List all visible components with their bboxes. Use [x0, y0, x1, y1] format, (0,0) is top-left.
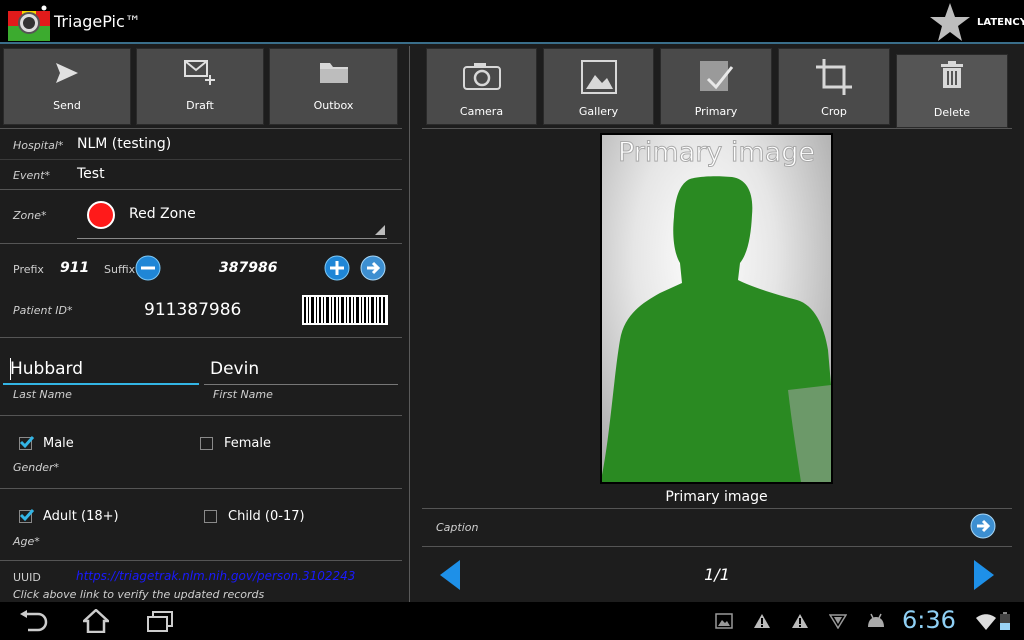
- female-checkbox[interactable]: Female: [200, 436, 290, 454]
- back-icon[interactable]: [18, 610, 48, 632]
- barcode-icon[interactable]: [302, 295, 388, 325]
- delete-button[interactable]: Delete: [896, 54, 1008, 128]
- image-notification-icon: [715, 613, 733, 629]
- gender-label: Gender*: [13, 461, 60, 474]
- hospital-label: Hospital*: [13, 139, 64, 152]
- patient-id-value: 911387986: [144, 300, 242, 320]
- male-label: Male: [43, 436, 74, 451]
- camera-label: Camera: [459, 105, 504, 118]
- warning-icon: [792, 614, 808, 628]
- female-label: Female: [224, 436, 272, 451]
- first-name-value: Devin: [210, 359, 260, 379]
- gallery-button[interactable]: Gallery: [543, 48, 654, 125]
- minus-icon[interactable]: [135, 255, 161, 281]
- outbox-button[interactable]: Outbox: [269, 48, 398, 125]
- next-image-icon[interactable]: [972, 560, 996, 590]
- caption-next-arrow-icon[interactable]: [970, 513, 996, 539]
- action-bar: TriagePic™ LATENCY: [0, 0, 1024, 44]
- last-name-value: Hubbard: [10, 359, 84, 379]
- delete-label: Delete: [933, 106, 971, 119]
- android-icon: [868, 613, 884, 627]
- sync-icon: [829, 614, 847, 629]
- crop-button[interactable]: Crop: [778, 48, 890, 125]
- last-name-label: Last Name: [13, 388, 72, 401]
- patient-id-label: Patient ID*: [13, 304, 73, 317]
- zone-value: Red Zone: [129, 206, 196, 222]
- spinner-corner-icon: [375, 225, 385, 235]
- battery-icon: [1000, 612, 1010, 630]
- app-logo-icon[interactable]: [8, 5, 50, 41]
- wifi-icon: [976, 614, 996, 630]
- system-navigation-bar: 6:36: [0, 602, 1024, 640]
- female-checkbox-box: [200, 437, 213, 450]
- app-title: TriagePic™: [54, 12, 141, 31]
- male-checkbox[interactable]: Male: [19, 436, 109, 454]
- camera-button[interactable]: Camera: [426, 48, 537, 125]
- hospital-value[interactable]: NLM (testing): [77, 136, 171, 152]
- check-icon: [19, 436, 35, 449]
- adult-label: Adult (18+): [43, 509, 119, 524]
- send-button[interactable]: Send: [3, 48, 131, 125]
- text-cursor: [10, 358, 11, 380]
- silhouette-image: [602, 176, 831, 482]
- image-label: Primary image: [665, 489, 768, 505]
- child-checkbox-box: [204, 510, 217, 523]
- draft-label: Draft: [186, 99, 214, 112]
- overlay-text: Primary image: [617, 137, 815, 169]
- recent-apps-icon[interactable]: [146, 611, 174, 633]
- event-value[interactable]: Test: [77, 166, 105, 182]
- suffix-value[interactable]: 387986: [219, 260, 277, 276]
- child-checkbox[interactable]: Child (0-17): [204, 509, 314, 527]
- send-icon: [56, 63, 78, 83]
- primary-icon: [700, 61, 734, 91]
- crop-label: Crop: [821, 105, 847, 118]
- adult-checkbox[interactable]: Adult (18+): [19, 509, 129, 527]
- caption-label: Caption: [436, 521, 479, 534]
- suffix-label: Suffix: [104, 263, 136, 276]
- star-icon[interactable]: [929, 2, 971, 42]
- plus-icon[interactable]: [324, 255, 350, 281]
- clock: 6:36: [902, 606, 956, 634]
- event-label: Event*: [13, 169, 51, 182]
- warning-icon: [754, 614, 770, 628]
- zone-color-dot: [87, 201, 115, 229]
- home-icon[interactable]: [83, 609, 109, 633]
- age-label: Age*: [13, 535, 40, 548]
- crop-icon: [816, 59, 852, 95]
- uuid-link[interactable]: https://triagetrak.nlm.nih.gov/person.31…: [76, 569, 355, 583]
- uuid-label: UUID: [13, 571, 41, 584]
- primary-image[interactable]: Primary image: [600, 133, 833, 484]
- latency-label: LATENCY: [977, 17, 1024, 28]
- gallery-icon: [580, 60, 617, 94]
- previous-image-icon[interactable]: [438, 560, 462, 590]
- last-name-input[interactable]: Hubbard: [3, 355, 199, 385]
- first-name-input[interactable]: Devin: [204, 355, 398, 385]
- outbox-icon: [319, 63, 348, 83]
- check-icon: [19, 509, 35, 522]
- next-arrow-icon[interactable]: [360, 255, 386, 281]
- camera-icon: [462, 63, 501, 90]
- primary-button[interactable]: Primary: [660, 48, 772, 125]
- child-label: Child (0-17): [228, 509, 305, 524]
- first-name-label: First Name: [213, 388, 273, 401]
- zone-label: Zone*: [13, 209, 47, 222]
- gallery-label: Gallery: [578, 105, 619, 118]
- outbox-label: Outbox: [313, 99, 354, 112]
- delete-icon: [941, 61, 963, 88]
- send-label: Send: [53, 99, 81, 112]
- draft-icon: [184, 60, 215, 85]
- page-indicator: 1/1: [704, 565, 730, 584]
- prefix-label: Prefix: [13, 263, 44, 276]
- uuid-hint: Click above link to verify the updated r…: [13, 588, 265, 601]
- zone-spinner[interactable]: Red Zone: [77, 195, 387, 239]
- primary-label: Primary: [694, 105, 738, 118]
- prefix-value[interactable]: 911: [60, 260, 89, 276]
- draft-button[interactable]: Draft: [136, 48, 264, 125]
